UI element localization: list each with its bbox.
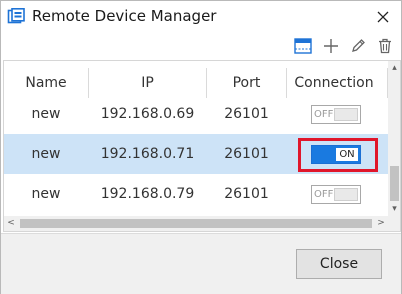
table-row[interactable]: new 192.168.0.69 26101 OFF [4,94,388,134]
device-name-cell: new [31,186,61,202]
toggle-label: OFF [314,189,334,200]
device-list-icon[interactable] [294,37,312,55]
scrollbar-corner [388,216,400,231]
scroll-down-arrow-icon[interactable]: ▾ [388,202,400,216]
device-port-cell: 26101 [224,146,269,162]
connection-toggle[interactable]: OFF [311,185,361,204]
toolbar [1,34,401,58]
device-name-cell: new [31,146,61,162]
device-port-cell: 26101 [224,186,269,202]
table-row[interactable]: new 192.168.0.79 26101 OFF [4,174,388,214]
dialog-footer: Close [1,233,401,294]
device-manager-icon [7,8,25,26]
vertical-scrollbar[interactable]: ▴ ▾ [388,61,400,216]
horizontal-scrollbar[interactable]: < > [4,216,388,231]
highlight-box [298,138,378,172]
horizontal-scroll-thumb[interactable] [20,219,372,228]
vertical-scroll-thumb[interactable] [390,166,399,201]
scroll-left-arrow-icon[interactable]: < [4,216,18,231]
window-title: Remote Device Manager [32,7,217,25]
device-ip-cell: 192.168.0.79 [100,186,195,202]
title-bar: Remote Device Manager [1,1,401,34]
device-ip-cell: 192.168.0.71 [100,146,195,162]
device-port-cell: 26101 [224,106,269,122]
connection-toggle[interactable]: OFF [311,105,361,124]
scroll-right-arrow-icon[interactable]: > [374,216,388,231]
remote-device-manager-window: Remote Device Manager Name IP Port Conne… [0,0,402,294]
toggle-knob [334,108,358,121]
toggle-knob [334,188,358,201]
scroll-up-arrow-icon[interactable]: ▴ [388,61,400,75]
delete-icon[interactable] [376,37,394,55]
close-button[interactable]: Close [296,249,382,279]
close-icon[interactable] [365,3,401,31]
toggle-label: OFF [314,109,334,120]
add-icon[interactable] [322,37,340,55]
device-ip-cell: 192.168.0.69 [100,106,195,122]
edit-icon[interactable] [349,37,367,55]
device-name-cell: new [31,106,61,122]
